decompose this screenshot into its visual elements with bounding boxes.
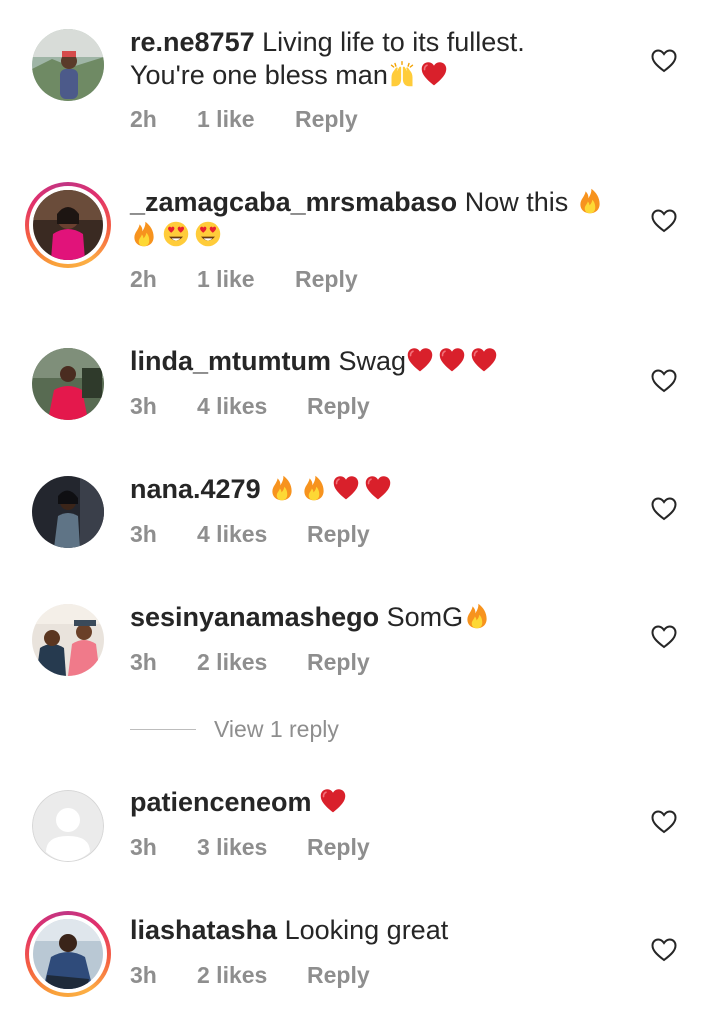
avatar[interactable]: [32, 476, 104, 548]
comment-time: 3h: [130, 962, 157, 988]
comment-time: 3h: [130, 834, 157, 860]
raised-hands-emoji: [388, 60, 416, 88]
comment-likes[interactable]: 4 likes: [197, 521, 267, 548]
comment-username[interactable]: _zamagcaba_mrsmabaso: [130, 187, 457, 217]
heart-outline-icon[interactable]: [651, 209, 677, 233]
comment-message: Swag: [338, 346, 407, 376]
comment-username[interactable]: liashatasha: [130, 915, 277, 945]
comment-text: nana.4279: [130, 473, 640, 506]
comment-time: 3h: [130, 393, 157, 419]
comment-text: _zamagcaba_mrsmabaso Now this: [130, 186, 640, 252]
avatar[interactable]: [32, 604, 104, 676]
reply-button[interactable]: Reply: [295, 106, 358, 133]
divider-line: [130, 729, 196, 730]
comment-likes[interactable]: 2 likes: [197, 962, 267, 989]
heart-outline-icon[interactable]: [651, 49, 677, 73]
comment-time: 2h: [130, 266, 157, 292]
comment-text: sesinyanamashego SomG: [130, 601, 640, 634]
comment-likes[interactable]: 1 like: [197, 266, 255, 293]
red-heart-emoji: [438, 346, 466, 374]
comment-message: Living life to its fullest.: [262, 27, 525, 57]
red-heart-emoji: [406, 346, 434, 374]
comment-text: patienceneom: [130, 786, 640, 819]
comment-text: liashatasha Looking great: [130, 914, 640, 947]
red-heart-emoji: [470, 346, 498, 374]
comment-message: SomG: [386, 602, 464, 632]
comment-message: Now this: [464, 187, 569, 217]
comment-username[interactable]: nana.4279: [130, 474, 261, 504]
heart-outline-icon[interactable]: [651, 369, 677, 393]
fire-emoji: [300, 474, 328, 502]
reply-button[interactable]: Reply: [307, 834, 370, 861]
fire-emoji: [268, 474, 296, 502]
heart-eyes-emoji: [162, 220, 190, 248]
comment-time: 3h: [130, 649, 157, 675]
avatar[interactable]: [25, 911, 111, 997]
default-avatar-icon[interactable]: [32, 790, 104, 862]
reply-button[interactable]: Reply: [295, 266, 358, 293]
red-heart-emoji: [420, 60, 448, 88]
red-heart-emoji: [319, 787, 347, 815]
comment-message-line2: You're one bless man: [130, 60, 388, 90]
red-heart-emoji: [364, 474, 392, 502]
fire-emoji: [576, 187, 604, 215]
comment-username[interactable]: sesinyanamashego: [130, 602, 379, 632]
view-replies-label: View 1 reply: [214, 716, 339, 742]
reply-button[interactable]: Reply: [307, 649, 370, 676]
fire-emoji: [130, 220, 158, 248]
reply-button[interactable]: Reply: [307, 962, 370, 989]
avatar[interactable]: [32, 348, 104, 420]
comment-likes[interactable]: 4 likes: [197, 393, 267, 420]
reply-button[interactable]: Reply: [307, 521, 370, 548]
heart-outline-icon[interactable]: [651, 810, 677, 834]
comment-message: Looking great: [284, 915, 449, 945]
comment-username[interactable]: re.ne8757: [130, 27, 255, 57]
heart-outline-icon[interactable]: [651, 938, 677, 962]
comment-likes[interactable]: 3 likes: [197, 834, 267, 861]
avatar[interactable]: [32, 29, 104, 101]
comment-time: 3h: [130, 521, 157, 547]
reply-button[interactable]: Reply: [307, 393, 370, 420]
comment-username[interactable]: linda_mtumtum: [130, 346, 331, 376]
comment-username[interactable]: patienceneom: [130, 787, 312, 817]
heart-outline-icon[interactable]: [651, 625, 677, 649]
heart-eyes-emoji: [194, 220, 222, 248]
fire-emoji: [463, 602, 491, 630]
heart-outline-icon[interactable]: [651, 497, 677, 521]
comment-text: re.ne8757 Living life to its fullest. Yo…: [130, 26, 640, 92]
avatar[interactable]: [25, 182, 111, 268]
red-heart-emoji: [332, 474, 360, 502]
comment-text: linda_mtumtum Swag: [130, 345, 640, 378]
comment-likes[interactable]: 2 likes: [197, 649, 267, 676]
comment-time: 2h: [130, 106, 157, 132]
comment-likes[interactable]: 1 like: [197, 106, 255, 133]
